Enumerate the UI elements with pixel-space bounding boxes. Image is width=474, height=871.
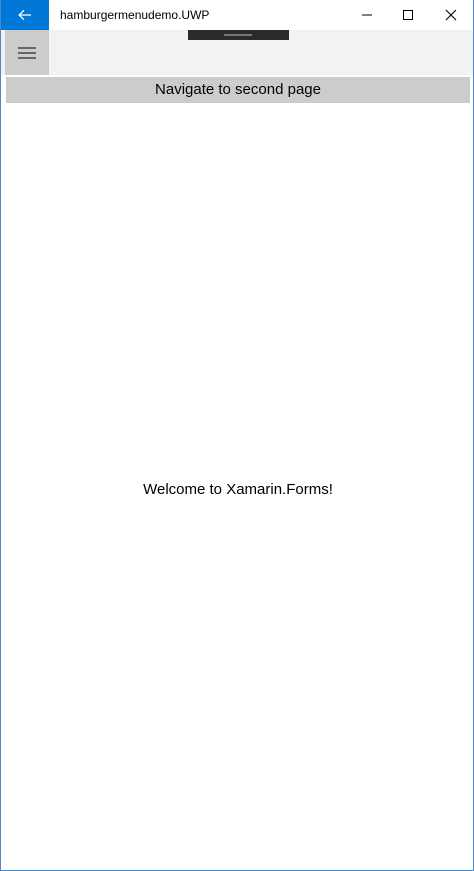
app-window: hamburgermenudemo.UWP Navigate to second <box>0 0 474 871</box>
close-button[interactable] <box>429 0 473 30</box>
navigate-second-page-button[interactable]: Navigate to second page <box>6 77 470 103</box>
drag-grip-icon <box>224 34 252 36</box>
hamburger-menu-button[interactable] <box>5 30 49 75</box>
maximize-button[interactable] <box>386 0 430 30</box>
welcome-label: Welcome to Xamarin.Forms! <box>143 481 333 498</box>
back-arrow-icon <box>18 9 31 21</box>
maximize-icon <box>403 10 413 20</box>
drag-handle[interactable] <box>188 30 289 40</box>
minimize-icon <box>362 14 372 16</box>
close-icon <box>445 9 457 21</box>
back-button[interactable] <box>1 0 49 30</box>
title-bar[interactable]: hamburgermenudemo.UWP <box>1 0 473 30</box>
hamburger-icon <box>18 47 36 58</box>
minimize-button[interactable] <box>345 0 389 30</box>
window-title: hamburgermenudemo.UWP <box>60 8 210 22</box>
